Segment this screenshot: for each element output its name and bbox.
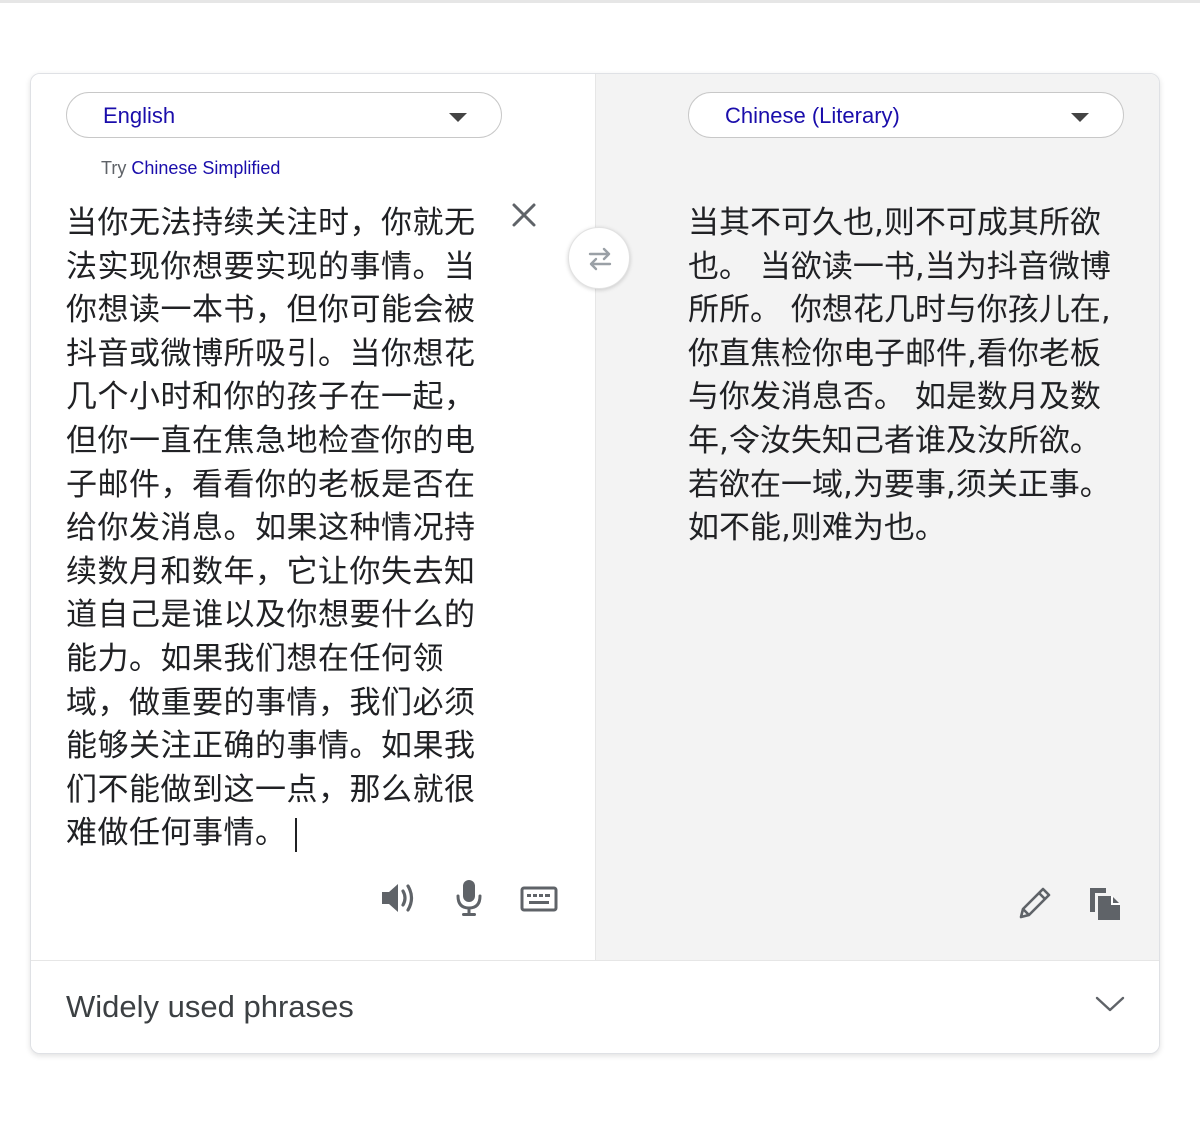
- suggestion-link[interactable]: Chinese Simplified: [131, 158, 280, 178]
- top-divider: [0, 0, 1200, 3]
- chevron-down-icon: [449, 113, 467, 122]
- source-text: 当你无法持续关注时，你就无法实现你想要实现的事情。当你想读一本书，但你可能会被抖…: [66, 205, 476, 852]
- source-language-label: English: [103, 103, 176, 128]
- listen-button[interactable]: [379, 880, 419, 920]
- chevron-down-icon: [1071, 113, 1089, 122]
- speaker-icon: [382, 884, 414, 912]
- translated-text: 当其不可久也,则不可成其所欲也。 当欲读一书,当为抖音微博所所。 你想花几时与你…: [688, 205, 1111, 547]
- target-language-select[interactable]: Chinese (Literary): [688, 92, 1124, 138]
- source-language-select[interactable]: English: [66, 92, 502, 138]
- widely-used-phrases-toggle[interactable]: Widely used phrases: [31, 960, 1159, 1053]
- voice-input-button[interactable]: [455, 878, 483, 922]
- edit-translation-button[interactable]: [1016, 884, 1054, 926]
- copy-translation-button[interactable]: [1086, 884, 1124, 926]
- suggestion-prefix: Try: [101, 158, 127, 178]
- keyboard-icon: [520, 886, 558, 912]
- source-pane: English Try Chinese Simplified 当你无法持续关注时…: [31, 74, 595, 960]
- phrases-label: Widely used phrases: [66, 989, 354, 1024]
- swap-icon: [588, 247, 612, 271]
- pencil-icon: [1019, 887, 1051, 919]
- microphone-icon: [456, 880, 482, 916]
- close-icon: [512, 203, 536, 227]
- copy-icon: [1090, 888, 1120, 920]
- translate-card: English Try Chinese Simplified 当你无法持续关注时…: [30, 73, 1160, 1054]
- language-suggestion: Try Chinese Simplified: [101, 158, 280, 179]
- swap-languages-button[interactable]: [568, 227, 630, 289]
- clear-button[interactable]: [511, 202, 537, 228]
- keyboard-button[interactable]: [520, 886, 558, 916]
- target-pane: Chinese (Literary) 当其不可久也,则不可成其所欲也。 当欲读一…: [595, 74, 1159, 960]
- chevron-down-icon: [1095, 996, 1125, 1012]
- text-cursor: [294, 817, 297, 852]
- target-language-label: Chinese (Literary): [725, 103, 900, 128]
- source-text-input[interactable]: 当你无法持续关注时，你就无法实现你想要实现的事情。当你想读一本书，但你可能会被抖…: [66, 202, 478, 856]
